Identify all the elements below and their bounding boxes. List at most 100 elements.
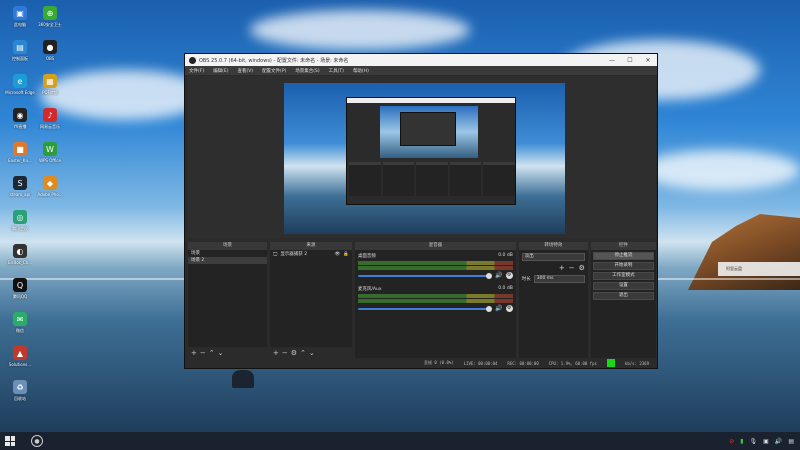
menu-help[interactable]: 帮助(H) <box>353 68 369 74</box>
desktop-icon-label: steam_api <box>9 192 31 197</box>
mixer-dock: 混音器 桌面音频 0.0 dB 🔊 ⚙ 麦克风/Aux 0.0 dB 🔊 ⚙ <box>354 242 516 358</box>
lock-icon[interactable]: 🔒 <box>343 250 349 260</box>
source-item[interactable]: 🖵 显示器捕获 2 👁 🔒 <box>270 250 352 260</box>
close-icon[interactable]: ✕ <box>639 57 657 64</box>
speaker-icon[interactable]: 🔊 <box>495 272 502 279</box>
controls-dock: 控件 停止推流 开始录制 工作室模式 设置 退出 <box>590 242 657 358</box>
desktop-icon[interactable]: ▲ Solutions... <box>2 346 38 367</box>
desktop-icon[interactable]: ♻ 回收站 <box>2 380 38 401</box>
network-icon[interactable]: ▣ <box>763 438 769 445</box>
notification-icon[interactable]: ▤ <box>788 438 794 445</box>
notification-text: 阿里云盘 <box>726 266 742 271</box>
scene-item[interactable]: 场景 <box>188 250 267 257</box>
obs-window[interactable]: OBS 25.0.7 (64-bit, windows) - 配置文件: 未命名… <box>184 53 658 369</box>
app-icon: ▣ <box>13 6 27 20</box>
duration-label: 时长 <box>521 277 531 282</box>
desktop-icon-label: 微信 <box>16 328 24 333</box>
menu-scene-collection[interactable]: 场景集合(S) <box>295 68 319 74</box>
record-indicator-icon[interactable]: ⊘ <box>729 438 734 445</box>
menu-edit[interactable]: 编辑(E) <box>213 68 228 74</box>
channel-db: 0.0 dB <box>498 286 513 291</box>
volume-slider[interactable] <box>357 272 493 279</box>
menu-file[interactable]: 文件(F) <box>189 68 204 74</box>
desktop-icon-label: OBS <box>45 56 55 61</box>
gear-icon[interactable]: ⚙ <box>505 272 513 279</box>
transition-select[interactable]: 淡出 <box>521 253 585 261</box>
remove-icon[interactable]: − <box>200 349 206 357</box>
desktop-icon[interactable]: ◎ 腾讯会议 <box>2 210 38 231</box>
nested-obs-preview <box>346 97 516 205</box>
app-icon: ◐ <box>13 244 27 258</box>
desktop-icon-label: 腾讯会议 <box>12 226 28 231</box>
gpu-icon[interactable]: ▮ <box>740 438 743 445</box>
source-label: 显示器捕获 2 <box>280 252 308 257</box>
app-icon: ● <box>43 40 57 54</box>
desktop-icon-label: Elsdoc_Ch... <box>7 260 33 265</box>
desktop-icon-label: 控制面板 <box>12 56 28 61</box>
exit-button[interactable]: 退出 <box>592 292 655 300</box>
menu-profile[interactable]: 配置文件(P) <box>262 68 286 74</box>
maximize-icon[interactable]: ☐ <box>621 57 639 64</box>
gear-icon[interactable]: ⚙ <box>505 305 513 312</box>
desktop-icon[interactable]: W WPS Office <box>32 142 68 163</box>
app-icon: Q <box>13 278 27 292</box>
desktop-icon[interactable]: ♪ 网易云音乐 <box>32 108 68 129</box>
menu-bar: 文件(F) 编辑(E) 查看(V) 配置文件(P) 场景集合(S) 工具(T) … <box>185 66 657 75</box>
title-bar[interactable]: OBS 25.0.7 (64-bit, windows) - 配置文件: 未命名… <box>185 54 657 66</box>
add-icon[interactable]: + <box>191 349 197 357</box>
start-recording-button[interactable]: 开始录制 <box>592 262 655 270</box>
scenes-dock: 场景 场景 场景 2 + − ⌃ ⌄ <box>188 242 267 358</box>
notification-toast[interactable]: 阿里云盘 <box>718 262 800 276</box>
app-icon: e <box>13 74 27 88</box>
nested-dock <box>449 162 482 196</box>
move-down-icon[interactable]: ⌄ <box>309 349 315 357</box>
studio-mode-button[interactable]: 工作室模式 <box>592 272 655 280</box>
desktop-icon-label: PDF转换 <box>42 90 58 95</box>
desktop-icon[interactable]: ◐ Elsdoc_Ch... <box>2 244 38 265</box>
nested-dock <box>382 162 415 196</box>
app-icon: ✉ <box>13 312 27 326</box>
desktop-icon[interactable]: ◆ Adobe Pho... <box>32 176 68 197</box>
preview-canvas[interactable] <box>284 83 565 234</box>
windows-start-icon[interactable] <box>5 436 15 446</box>
desktop-icon[interactable]: ▦ PDF转换 <box>32 74 68 95</box>
stop-streaming-button[interactable]: 停止推流 <box>592 252 655 260</box>
scene-item-selected[interactable]: 场景 2 <box>188 257 267 264</box>
duration-input[interactable]: 300 ms <box>533 275 585 283</box>
volume-slider[interactable] <box>357 305 493 312</box>
desktop-icon[interactable]: ✉ 微信 <box>2 312 38 333</box>
microphone-icon[interactable]: 🎙 <box>750 438 758 445</box>
sources-header: 来源 <box>269 242 352 250</box>
settings-button[interactable]: 设置 <box>592 282 655 290</box>
move-up-icon[interactable]: ⌃ <box>209 349 215 357</box>
minimize-icon[interactable]: — <box>603 57 621 64</box>
nested-inner-window <box>400 112 456 146</box>
volume-meter <box>357 261 513 265</box>
eye-icon[interactable]: 👁 <box>335 250 341 260</box>
add-icon[interactable]: + <box>273 349 279 357</box>
volume-meter <box>357 294 513 298</box>
preview-area <box>188 76 656 238</box>
app-icon: ▦ <box>43 74 57 88</box>
desktop-icon[interactable]: ● OBS <box>32 40 68 61</box>
move-up-icon[interactable]: ⌃ <box>300 349 306 357</box>
speaker-icon[interactable]: 🔊 <box>495 305 502 312</box>
obs-taskbar-icon[interactable]: ● <box>31 435 43 447</box>
menu-view[interactable]: 查看(V) <box>237 68 253 74</box>
desktop-icon-label: 此电脑 <box>14 22 26 27</box>
volume-icon[interactable]: 🔊 <box>775 438 782 445</box>
remove-icon[interactable]: − <box>569 264 575 272</box>
menu-tools[interactable]: 工具(T) <box>329 68 344 74</box>
move-down-icon[interactable]: ⌄ <box>218 349 224 357</box>
add-icon[interactable]: + <box>559 264 565 272</box>
remove-icon[interactable]: − <box>282 349 288 357</box>
volume-knob[interactable] <box>486 272 493 279</box>
app-icon: ⊕ <box>43 6 57 20</box>
desktop-icon-label: WPS Office <box>39 158 61 163</box>
volume-knob[interactable] <box>486 305 493 312</box>
desktop-icon[interactable]: ⊕ 360安全卫士 <box>32 6 68 27</box>
gear-icon[interactable]: ⚙ <box>579 264 585 272</box>
status-bar: 丢帧 0 (0.0%) LIVE: 00:00:04 REC: 00:00:00… <box>185 358 657 368</box>
desktop-icon[interactable]: Q 腾讯QQ <box>2 278 38 299</box>
gear-icon[interactable]: ⚙ <box>291 349 297 357</box>
